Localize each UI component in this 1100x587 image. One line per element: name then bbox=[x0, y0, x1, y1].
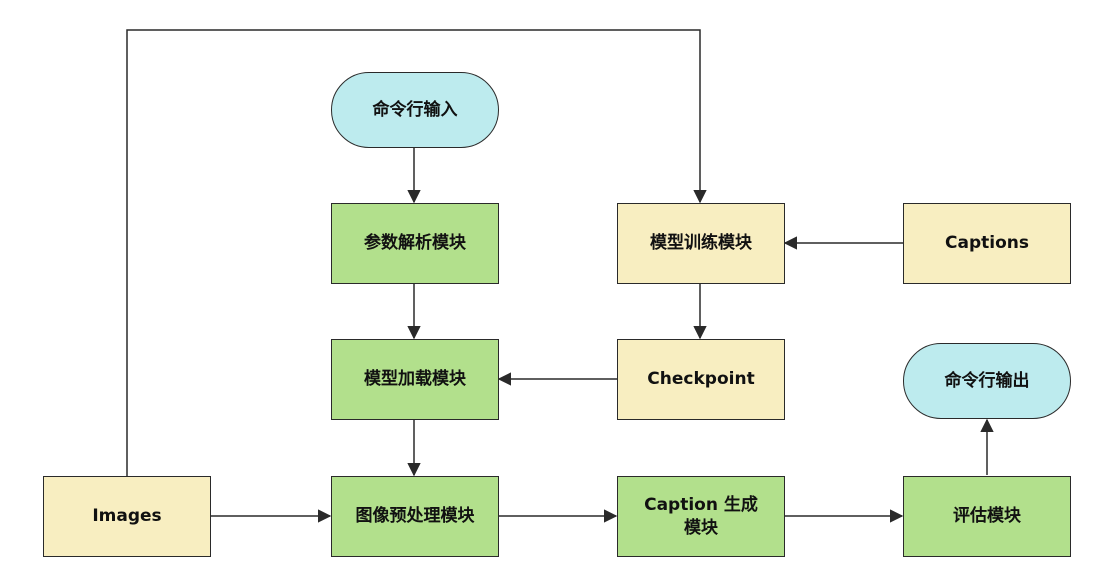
node-cmd-input: 命令行输入 bbox=[331, 72, 499, 148]
node-captions: Captions bbox=[903, 203, 1071, 284]
node-model-train: 模型训练模块 bbox=[617, 203, 785, 284]
node-cmd-output: 命令行输出 bbox=[903, 343, 1071, 419]
node-arg-parse: 参数解析模块 bbox=[331, 203, 499, 284]
node-images: Images bbox=[43, 476, 211, 557]
flowchart: 命令行输入 参数解析模块 模型加载模块 图像预处理模块 Caption 生成 模… bbox=[0, 0, 1100, 587]
node-image-preprocess: 图像预处理模块 bbox=[331, 476, 499, 557]
node-caption-gen: Caption 生成 模块 bbox=[617, 476, 785, 557]
node-model-load: 模型加载模块 bbox=[331, 339, 499, 420]
node-checkpoint: Checkpoint bbox=[617, 339, 785, 420]
node-evaluate: 评估模块 bbox=[903, 476, 1071, 557]
